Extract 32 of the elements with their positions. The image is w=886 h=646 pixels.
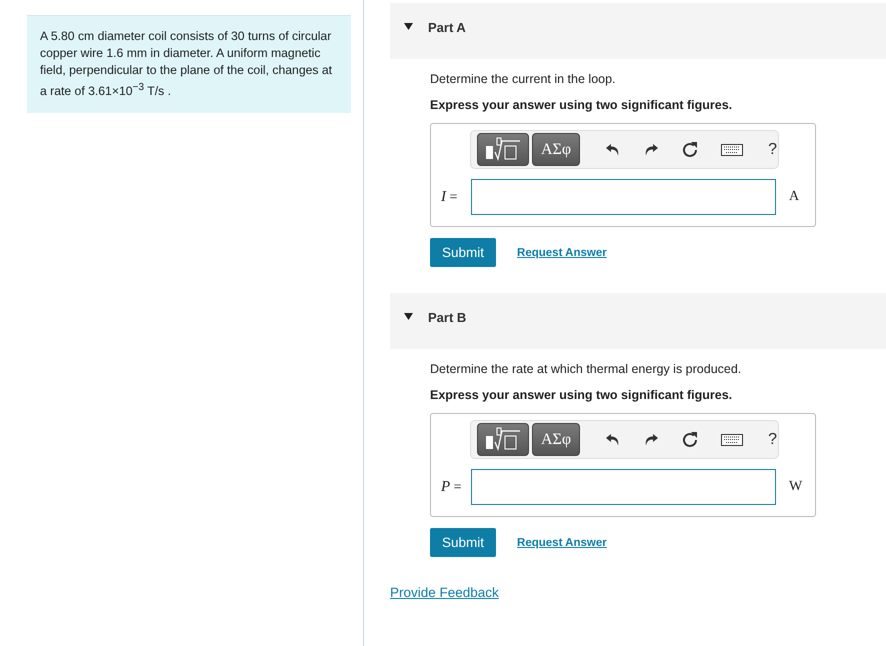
submit-button[interactable]: Submit: [430, 238, 496, 267]
answer-field[interactable]: [471, 469, 776, 505]
part-title: Part B: [428, 310, 466, 325]
variable-label: P =: [441, 478, 463, 496]
templates-button[interactable]: [477, 423, 529, 456]
keyboard-icon[interactable]: [721, 434, 744, 446]
help-button[interactable]: ?: [768, 140, 778, 158]
part-title: Part A: [428, 20, 466, 35]
request-answer-link[interactable]: Request Answer: [517, 536, 607, 548]
answer-field[interactable]: [471, 179, 776, 215]
reset-icon[interactable]: [681, 430, 700, 448]
submit-button[interactable]: Submit: [430, 528, 496, 557]
redo-icon[interactable]: [643, 432, 660, 446]
feedback-link[interactable]: Provide Feedback: [390, 585, 499, 600]
symbols-button[interactable]: ΑΣφ: [532, 423, 580, 456]
help-button[interactable]: ?: [768, 430, 778, 448]
question-text: Determine the rate at which thermal energy is produced.: [430, 362, 742, 376]
unit-label: A: [789, 189, 800, 205]
part-header[interactable]: Part B: [390, 293, 886, 349]
request-answer-link[interactable]: Request Answer: [517, 246, 607, 258]
instruction-text: Express your answer using two significant figures.: [430, 98, 734, 112]
instruction-text: Express your answer using two significant figures.: [430, 388, 734, 402]
symbols-button[interactable]: ΑΣφ: [532, 133, 580, 166]
variable-label: I =: [441, 188, 458, 206]
problem-text: A 5.80 cm diameter coil consists of 30 turns of circular copper wire 1.6 mm in diameter. A uniform magnetic field, perpendicular to the plane of the coil, changes at a rate of 3.61×10$^{−3}$ T/s .: [27, 15, 351, 114]
reset-icon[interactable]: [681, 140, 700, 158]
keyboard-icon[interactable]: [721, 144, 744, 156]
templates-button[interactable]: [477, 133, 529, 166]
unit-label: W: [789, 479, 802, 495]
part-header[interactable]: Part A: [390, 3, 886, 59]
redo-icon[interactable]: [643, 142, 660, 156]
question-text: Determine the current in the loop.: [430, 72, 617, 86]
